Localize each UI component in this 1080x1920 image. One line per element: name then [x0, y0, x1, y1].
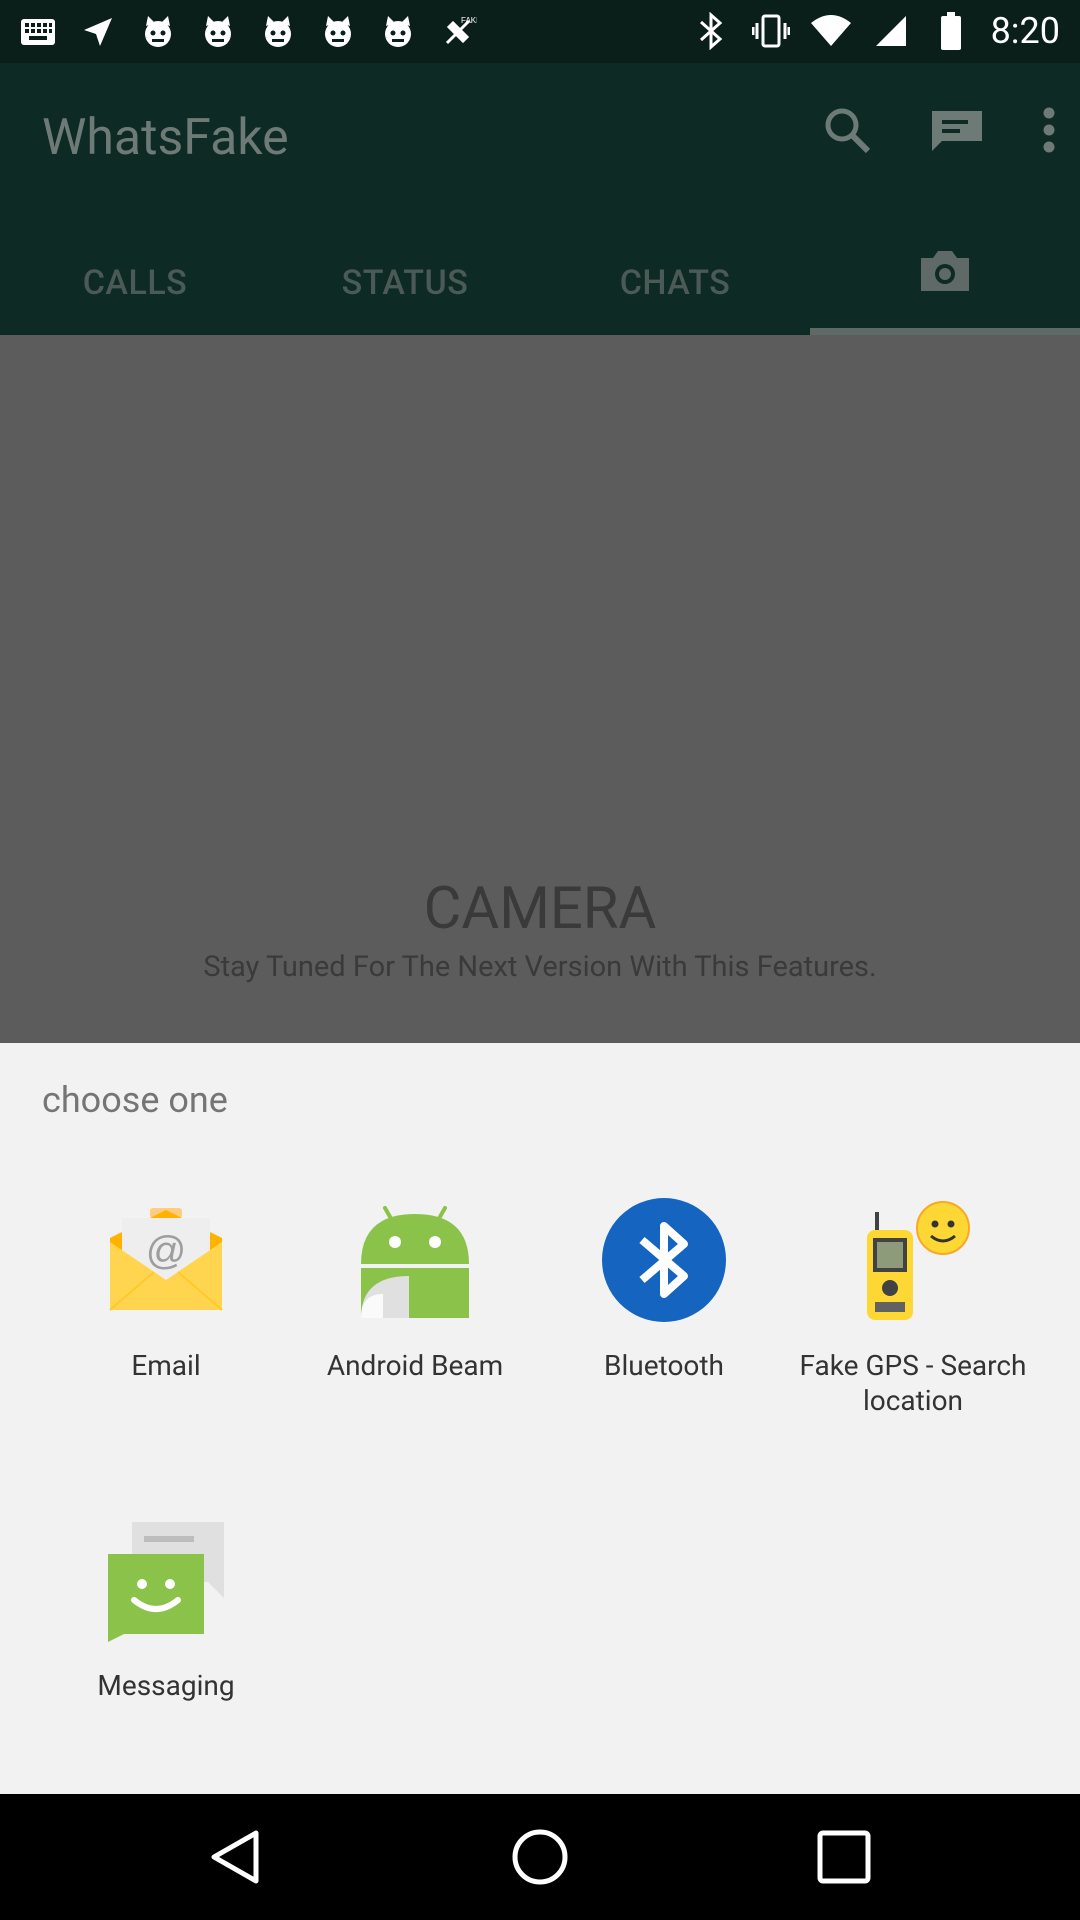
more-options-icon[interactable]	[1042, 107, 1056, 157]
camera-placeholder[interactable]: CAMERA Stay Tuned For The Next Version W…	[0, 335, 1080, 1043]
fake-gps-status-icon: FAKE	[438, 12, 478, 52]
cat-icon	[198, 12, 238, 52]
app-option-bluetooth[interactable]: Bluetooth	[539, 1198, 789, 1458]
navigation-bar	[0, 1794, 1080, 1920]
back-button[interactable]	[206, 1827, 266, 1887]
navigation-icon	[78, 12, 118, 52]
keyboard-icon	[18, 12, 58, 52]
tab-chats[interactable]: CHATS	[540, 233, 810, 333]
chooser-title: choose one	[42, 1079, 228, 1121]
home-button[interactable]	[510, 1827, 570, 1887]
new-message-icon[interactable]	[928, 107, 986, 157]
camera-subtitle: Stay Tuned For The Next Version With Thi…	[203, 950, 877, 984]
app-option-android-beam[interactable]: Android Beam	[290, 1198, 540, 1458]
svg-text:@: @	[146, 1229, 187, 1273]
cat-icon	[378, 12, 418, 52]
recents-button[interactable]	[814, 1827, 874, 1887]
signal-icon	[871, 11, 911, 51]
messaging-icon	[104, 1518, 228, 1642]
vibrate-icon	[751, 11, 791, 51]
battery-icon	[931, 11, 971, 51]
android-beam-icon	[353, 1198, 477, 1322]
app-label-messaging: Messaging	[97, 1669, 235, 1702]
bluetooth-status-icon	[691, 11, 731, 51]
status-time: 8:20	[990, 10, 1060, 52]
tab-indicator	[810, 328, 1080, 335]
camera-icon	[917, 233, 973, 333]
camera-title: CAMERA	[423, 875, 657, 943]
cat-icon	[258, 12, 298, 52]
wifi-icon	[810, 11, 851, 51]
app-label-email: Email	[131, 1349, 201, 1382]
app-label-android-beam: Android Beam	[326, 1349, 504, 1382]
app-label-fake-gps: Fake GPS - Search location	[799, 1349, 1027, 1417]
app-bar: WhatsFake CALLS STATUS CHATS	[0, 63, 1080, 335]
app-option-email[interactable]: @ Email	[41, 1198, 291, 1458]
bluetooth-icon	[602, 1198, 726, 1322]
email-icon: @	[104, 1198, 228, 1322]
tab-camera[interactable]	[810, 233, 1080, 333]
cat-icon	[318, 12, 358, 52]
app-option-fake-gps[interactable]: Fake GPS - Search location	[788, 1198, 1038, 1458]
app-label-bluetooth: Bluetooth	[604, 1349, 724, 1382]
app-title: WhatsFake	[42, 109, 289, 167]
search-icon[interactable]	[822, 105, 872, 159]
tab-status[interactable]: STATUS	[270, 233, 540, 333]
fake-gps-icon	[851, 1198, 975, 1322]
svg-text:FAKE: FAKE	[461, 16, 477, 25]
app-option-messaging[interactable]: Messaging	[41, 1518, 291, 1778]
cat-icon	[138, 12, 178, 52]
chooser-sheet: choose one @ Email Android Beam Bluetoot…	[0, 1043, 1080, 1794]
tab-calls[interactable]: CALLS	[0, 233, 270, 333]
status-bar: FAKE 8:20	[0, 0, 1080, 63]
